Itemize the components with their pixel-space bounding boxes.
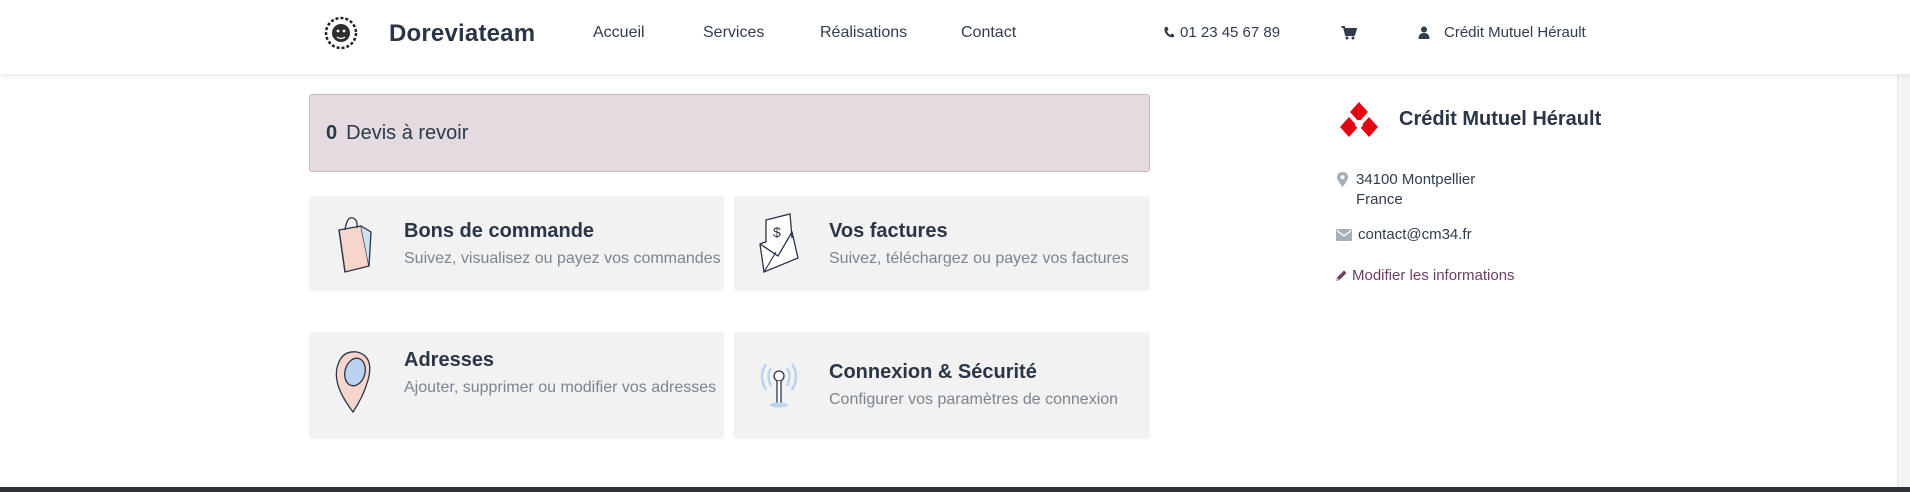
nav-accueil[interactable]: Accueil xyxy=(593,24,645,42)
edit-information-label: Modifier les informations xyxy=(1352,267,1515,284)
company-email[interactable]: contact@cm34.fr xyxy=(1358,226,1472,243)
addresses-title: Adresses xyxy=(404,349,495,371)
signal-antenna-icon xyxy=(760,363,798,408)
shopping-cart-icon[interactable] xyxy=(1341,25,1357,41)
map-marker-icon xyxy=(1337,172,1348,187)
nav-services[interactable]: Services xyxy=(703,24,764,42)
address-line-1: 34100 Montpellier xyxy=(1356,171,1476,188)
orders-title: Bons de commande xyxy=(404,220,595,242)
pencil-icon xyxy=(1336,270,1347,281)
nav-realisations[interactable]: Réalisations xyxy=(820,24,907,42)
user-menu[interactable]: Crédit Mutuel Hérault xyxy=(1418,24,1586,41)
quotes-to-review-banner[interactable]: 0 Devis à revoir xyxy=(309,94,1150,172)
quotes-label: Devis à revoir xyxy=(346,121,469,144)
vertical-scrollbar[interactable] xyxy=(1897,74,1910,487)
security-card[interactable]: Connexion & Sécurité Configurer vos para… xyxy=(734,332,1150,439)
phone-number: 01 23 45 67 89 xyxy=(1180,24,1281,41)
company-name: Crédit Mutuel Hérault xyxy=(1399,108,1602,130)
footer-bar xyxy=(0,487,1910,492)
brand-name[interactable]: Doreviateam xyxy=(389,20,535,48)
lion-logo-icon[interactable] xyxy=(324,15,358,51)
security-title: Connexion & Sécurité xyxy=(829,361,1037,383)
nav-contact[interactable]: Contact xyxy=(961,24,1016,42)
security-description: Configurer vos paramètres de connexion xyxy=(829,391,1119,408)
invoices-title: Vos factures xyxy=(829,220,948,242)
edit-information-link[interactable]: Modifier les informations xyxy=(1334,267,1515,284)
invoices-description: Suivez, téléchargez ou payez vos facture… xyxy=(829,250,1129,267)
invoices-card[interactable]: $ Vos factures Suivez, téléchargez ou pa… xyxy=(734,196,1150,291)
top-navbar: Doreviateam Accueil Services Réalisation… xyxy=(0,0,1910,74)
map-pin-icon xyxy=(335,351,371,414)
svg-text:$: $ xyxy=(773,224,781,240)
envelope-icon xyxy=(1336,229,1352,241)
phone-link[interactable]: 01 23 45 67 89 xyxy=(1163,24,1280,41)
addresses-card[interactable]: Adresses Ajouter, supprimer ou modifier … xyxy=(309,332,724,439)
shopping-bag-icon xyxy=(338,217,372,273)
credit-mutuel-logo-icon xyxy=(1340,102,1378,137)
phone-icon xyxy=(1164,27,1174,38)
address-line-2: France xyxy=(1356,191,1403,208)
user-icon xyxy=(1418,26,1430,39)
orders-description: Suivez, visualisez ou payez vos commande… xyxy=(404,250,721,267)
orders-card[interactable]: Bons de commande Suivez, visualisez ou p… xyxy=(309,196,724,291)
invoice-envelope-icon: $ xyxy=(759,213,799,273)
user-name: Crédit Mutuel Hérault xyxy=(1444,24,1586,41)
addresses-description: Ajouter, supprimer ou modifier vos adres… xyxy=(404,379,717,396)
quotes-count: 0 xyxy=(326,121,338,144)
